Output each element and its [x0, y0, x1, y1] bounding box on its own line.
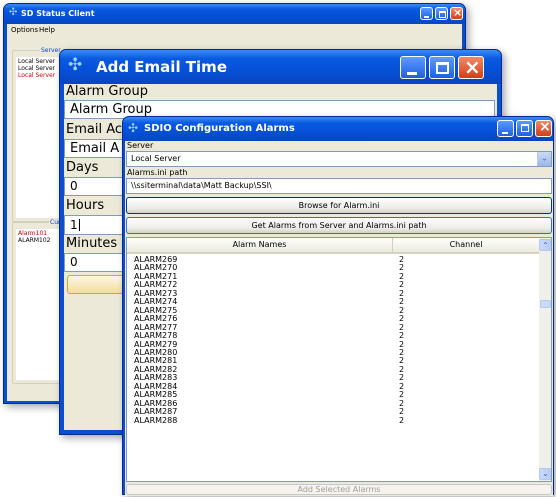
server-value: Local Server [131, 154, 181, 163]
close-button[interactable]: × [450, 6, 463, 20]
app-icon: ✣ [68, 55, 83, 75]
table-row[interactable]: ALARM278 2 [127, 331, 539, 340]
channel-cell: 2 [399, 415, 405, 425]
sdio-title: SDIO Configuration Alarms [144, 123, 295, 134]
scroll-up-button[interactable]: ⌃ [539, 239, 551, 251]
current-alarms-group: Curr Alarm101 ALARM102 [12, 219, 66, 384]
email-time-title: Add Email Time [96, 58, 227, 76]
get-alarms-button[interactable]: Get Alarms from Server and Alarms.ini pa… [126, 217, 552, 234]
minimize-icon [424, 16, 429, 18]
table-row[interactable]: ALARM281 2 [127, 356, 539, 365]
ini-path-input[interactable]: \\ssiterminal\data\Matt Backup\SSI\ [126, 178, 552, 194]
maximize-icon [439, 11, 446, 18]
sdio-titlebar[interactable]: ✣ SDIO Configuration Alarms × [123, 117, 553, 141]
server-item-2[interactable]: Local Server [18, 65, 63, 72]
minimize-icon [407, 72, 417, 75]
chevron-up-icon: ⌃ [542, 241, 549, 250]
sdio-body: Server Local Server ⌄ Alarms.ini path \\… [125, 141, 553, 496]
ini-path-value: \\ssiterminal\data\Matt Backup\SSI\ [131, 181, 272, 190]
maximize-button[interactable] [429, 56, 455, 79]
minutes-label: Minutes [66, 236, 118, 251]
current-alarm-item-1[interactable]: Alarm101 [18, 230, 63, 237]
email-time-titlebar[interactable]: ✣ Add Email Time × [60, 50, 501, 84]
server-dropdown-button[interactable]: ⌄ [537, 152, 551, 166]
table-row[interactable]: ALARM287 2 [127, 407, 539, 416]
table-row[interactable]: ALARM274 2 [127, 297, 539, 306]
menu-help[interactable]: Help [39, 24, 55, 36]
close-button[interactable]: × [535, 119, 552, 137]
table-row[interactable]: ALARM276 2 [127, 314, 539, 323]
current-alarm-list[interactable]: Alarm101 ALARM102 [16, 229, 65, 380]
email-label: Email Ac [66, 122, 123, 137]
minimize-button[interactable] [400, 56, 426, 79]
maximize-button[interactable] [516, 120, 533, 137]
server-label: Server [127, 141, 154, 150]
table-row[interactable]: ALARM277 2 [127, 323, 539, 332]
server-select[interactable]: Local Server ⌄ [126, 151, 552, 167]
table-row[interactable]: ALARM282 2 [127, 365, 539, 374]
table-row[interactable]: ALARM285 2 [127, 390, 539, 399]
alarms-table: Alarm Names Channel ALARM269 2 ALARM270 2 AL… [126, 237, 552, 482]
maximize-icon [521, 124, 529, 132]
close-icon: × [464, 55, 481, 79]
table-row[interactable]: ALARM280 2 [127, 348, 539, 357]
minimize-button[interactable] [420, 7, 433, 20]
alarm-group-label: Alarm Group [66, 84, 148, 99]
alarm-name-cell: ALARM288 [134, 415, 178, 425]
alarm-group-value: Alarm Group [70, 102, 152, 117]
current-alarm-item-2[interactable]: ALARM102 [18, 237, 63, 244]
status-client-titlebar[interactable]: ✣ SD Status Client × [4, 4, 465, 24]
maximize-icon [436, 62, 449, 74]
table-row[interactable]: ALARM271 2 [127, 272, 539, 281]
minutes-value: 0 [70, 255, 78, 269]
table-row[interactable]: ALARM269 2 [127, 256, 539, 264]
chevron-down-icon: ⌄ [541, 153, 548, 163]
minimize-button[interactable] [497, 120, 514, 137]
col-alarm-names[interactable]: Alarm Names [127, 238, 393, 252]
close-icon: × [453, 6, 463, 19]
add-selected-alarms-button[interactable]: Add Selected Alarms [126, 484, 552, 495]
app-icon: ✣ [128, 121, 139, 135]
table-header: Alarm Names Channel [127, 238, 539, 254]
table-row[interactable]: ALARM275 2 [127, 306, 539, 315]
scroll-down-button[interactable]: ⌄ [539, 468, 551, 480]
server-list[interactable]: Local Server Local Server Local Server [16, 57, 65, 218]
close-button[interactable]: × [458, 55, 484, 79]
table-row[interactable]: ALARM288 2 [127, 415, 539, 425]
close-icon: × [539, 119, 551, 135]
alarm-rows: ALARM269 2 ALARM270 2 ALARM271 2 ALARM272 2 ALAR… [127, 256, 539, 481]
table-scrollbar[interactable]: ⌃ ⌄ [539, 238, 551, 481]
hours-label: Hours [66, 198, 105, 213]
table-row[interactable]: ALARM273 2 [127, 289, 539, 298]
scroll-thumb[interactable] [540, 300, 551, 308]
table-row[interactable]: ALARM270 2 [127, 263, 539, 272]
days-label: Days [66, 160, 99, 175]
server-item-1[interactable]: Local Server [18, 58, 63, 65]
text-caret [78, 219, 80, 231]
table-row[interactable]: ALARM286 2 [127, 399, 539, 408]
menu-options[interactable]: Options [11, 24, 38, 36]
app-icon: ✣ [9, 7, 18, 18]
table-row[interactable]: ALARM272 2 [127, 280, 539, 289]
sdio-config-window: ✣ SDIO Configuration Alarms × Server Loc… [122, 116, 554, 496]
email-value: Email A [70, 141, 120, 156]
ini-path-label: Alarms.ini path [127, 168, 188, 177]
days-value: 0 [70, 179, 78, 193]
server-item-3[interactable]: Local Server [18, 72, 63, 79]
table-row[interactable]: ALARM279 2 [127, 340, 539, 349]
server-group: Server Local Server Local Server Local S… [12, 47, 66, 222]
table-row[interactable]: ALARM284 2 [127, 382, 539, 391]
hours-value: 1 [70, 218, 78, 232]
chevron-down-icon: ⌄ [542, 469, 549, 478]
col-channel[interactable]: Channel [393, 238, 539, 252]
table-row[interactable]: ALARM283 2 [127, 373, 539, 382]
maximize-button[interactable] [435, 7, 448, 20]
browse-alarm-ini-button[interactable]: Browse for Alarm.ini [126, 197, 552, 214]
minimize-icon [502, 132, 508, 134]
menu-bar: Options Help [7, 24, 462, 36]
status-client-title: SD Status Client [21, 9, 95, 18]
